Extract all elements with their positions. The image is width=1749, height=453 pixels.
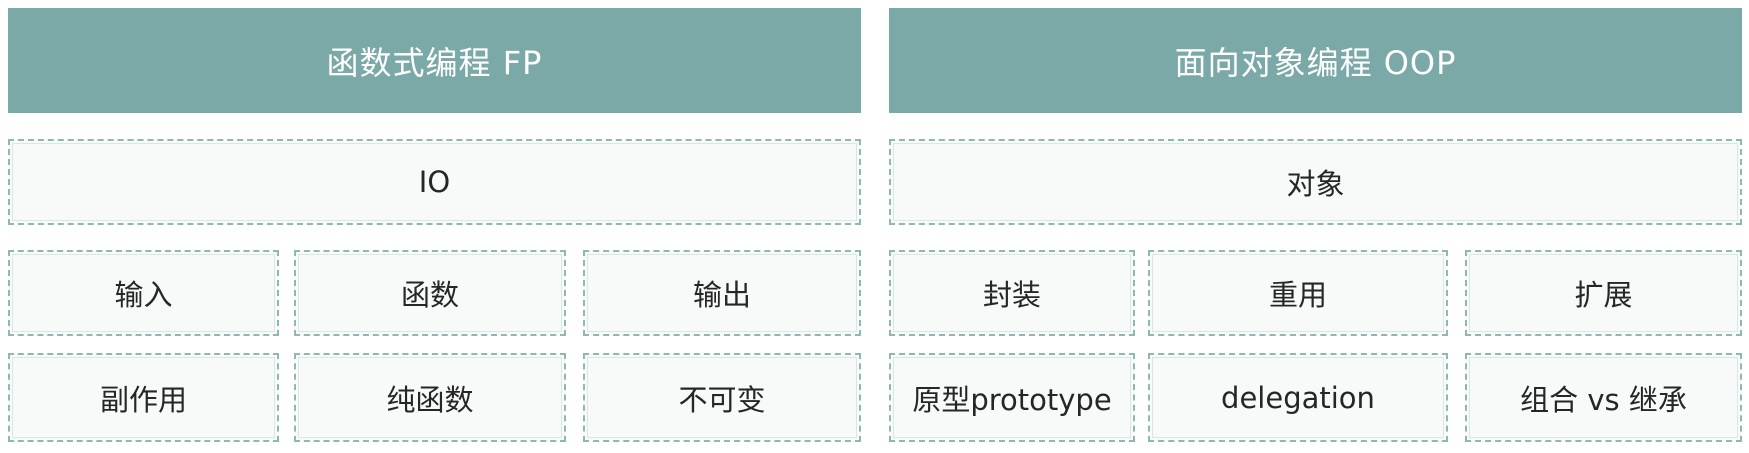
oop-encapsulation-box: 封装 bbox=[889, 250, 1135, 336]
fp-function-box: 函数 bbox=[294, 250, 566, 336]
oop-object-box: 对象 bbox=[889, 139, 1742, 225]
oop-extension-box: 扩展 bbox=[1465, 250, 1742, 336]
fp-output-box: 输出 bbox=[583, 250, 861, 336]
fp-io-box: IO bbox=[8, 139, 861, 225]
fp-input-box: 输入 bbox=[8, 250, 279, 336]
oop-prototype-box: 原型prototype bbox=[889, 353, 1135, 442]
fp-pure-function-box: 纯函数 bbox=[294, 353, 566, 442]
fp-side-effect-box: 副作用 bbox=[8, 353, 279, 442]
oop-reuse-box: 重用 bbox=[1148, 250, 1448, 336]
oop-header: 面向对象编程 OOP bbox=[889, 8, 1742, 113]
fp-immutable-box: 不可变 bbox=[583, 353, 861, 442]
oop-composition-vs-inheritance-box: 组合 vs 继承 bbox=[1465, 353, 1742, 442]
oop-delegation-box: delegation bbox=[1148, 353, 1448, 442]
fp-header: 函数式编程 FP bbox=[8, 8, 861, 113]
